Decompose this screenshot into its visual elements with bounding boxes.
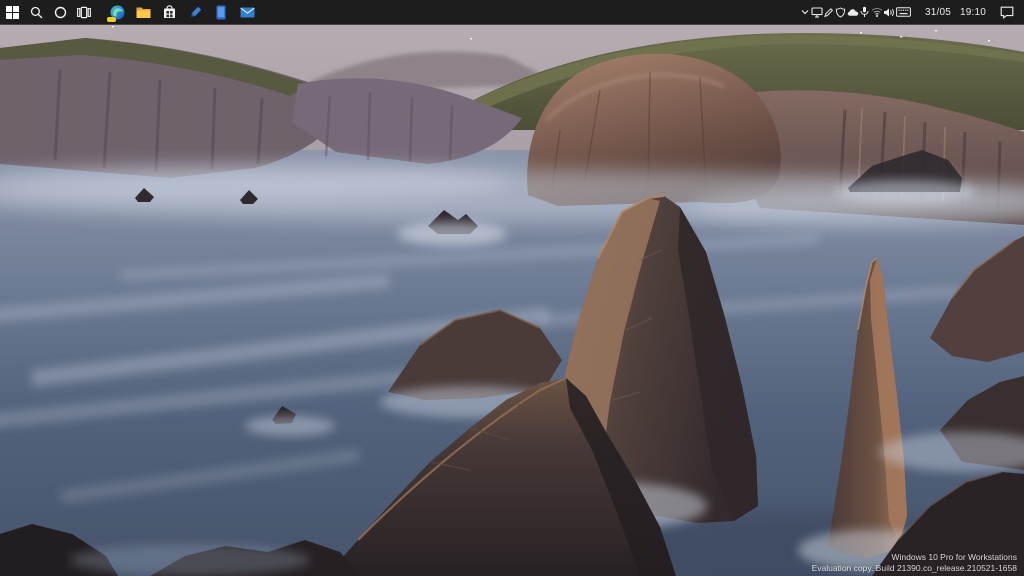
tray-network-button[interactable] xyxy=(871,0,883,24)
file-explorer-icon xyxy=(136,6,151,19)
microphone-icon xyxy=(860,6,869,18)
system-tray xyxy=(799,0,913,24)
clock-date: 31/05 xyxy=(925,7,951,18)
desktop-surface[interactable] xyxy=(0,0,1024,576)
tray-volume-button[interactable] xyxy=(883,0,895,24)
cortana-icon xyxy=(54,6,67,19)
taskbar-clock[interactable]: 31/05 19:10 xyxy=(919,0,996,24)
taskbar: 31/05 19:10 xyxy=(0,0,1024,24)
wallpaper-image xyxy=(0,0,1024,576)
wifi-icon xyxy=(871,7,883,17)
hidden-icons-button[interactable] xyxy=(799,0,811,24)
cortana-button[interactable] xyxy=(48,0,72,24)
edge-dev-app-button[interactable] xyxy=(104,0,130,24)
action-center-icon xyxy=(1000,6,1014,19)
start-button[interactable] xyxy=(0,0,24,24)
your-phone-app-button[interactable] xyxy=(208,0,234,24)
volume-icon xyxy=(883,7,895,18)
microsoft-store-app-button[interactable] xyxy=(156,0,182,24)
clock-time: 19:10 xyxy=(960,7,986,18)
desktop-screen: Windows 10 Pro for Workstations Evaluati… xyxy=(0,0,1024,576)
edge-dev-icon xyxy=(110,5,125,20)
taskbar-pinned-apps xyxy=(104,0,260,24)
file-explorer-app-button[interactable] xyxy=(130,0,156,24)
windows-security-shield-icon xyxy=(835,7,846,18)
touch-keyboard-icon xyxy=(896,7,911,17)
mail-icon xyxy=(240,7,255,18)
tray-keyboard-button[interactable] xyxy=(895,0,913,24)
pen-tray-icon xyxy=(823,7,834,18)
mail-app-button[interactable] xyxy=(234,0,260,24)
tray-onedrive-button[interactable] xyxy=(847,0,859,24)
onedrive-cloud-icon xyxy=(847,8,859,17)
task-view-button[interactable] xyxy=(72,0,96,24)
monitor-icon xyxy=(811,7,823,18)
tray-security-button[interactable] xyxy=(835,0,847,24)
pen-app-button[interactable] xyxy=(182,0,208,24)
action-center-button[interactable] xyxy=(996,0,1018,24)
search-button[interactable] xyxy=(24,0,48,24)
edge-channel-badge xyxy=(107,17,116,22)
hidden-icons-chevron-icon xyxy=(800,7,810,17)
taskbar-left-group xyxy=(0,0,96,24)
task-view-icon xyxy=(77,6,91,19)
search-icon xyxy=(30,6,43,19)
tray-monitor-button[interactable] xyxy=(811,0,823,24)
pen-app-icon xyxy=(188,5,203,20)
start-icon xyxy=(6,6,19,19)
microsoft-store-icon xyxy=(163,5,176,19)
tray-pen-button[interactable] xyxy=(823,0,835,24)
your-phone-icon xyxy=(216,5,226,20)
tray-microphone-button[interactable] xyxy=(859,0,871,24)
